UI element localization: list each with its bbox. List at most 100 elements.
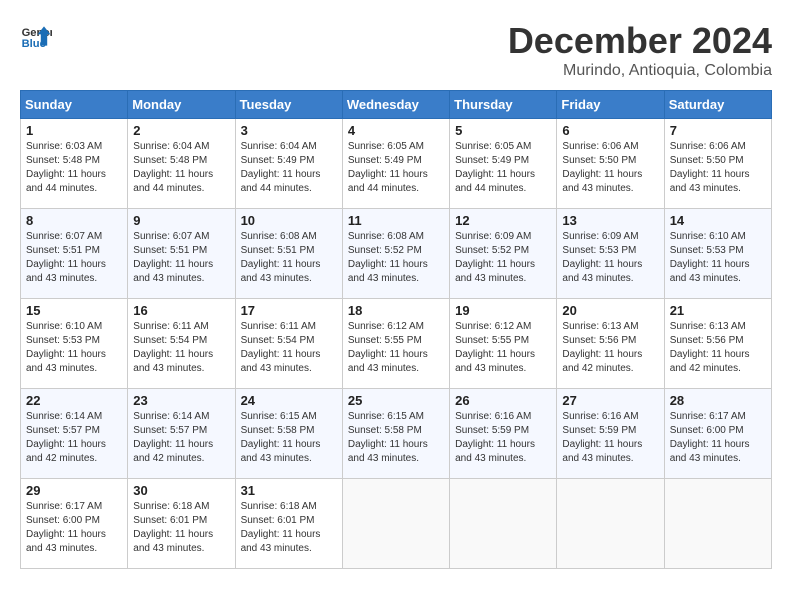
day-info: Sunrise: 6:17 AM Sunset: 6:00 PM Dayligh… [26,500,122,556]
calendar-cell [342,479,449,569]
day-number: 6 [562,123,658,138]
day-info: Sunrise: 6:06 AM Sunset: 5:50 PM Dayligh… [562,140,658,196]
calendar-cell: 7 Sunrise: 6:06 AM Sunset: 5:50 PM Dayli… [664,119,771,209]
day-number: 7 [670,123,766,138]
day-number: 15 [26,303,122,318]
calendar-cell: 18 Sunrise: 6:12 AM Sunset: 5:55 PM Dayl… [342,299,449,389]
calendar-day-header: Tuesday [235,91,342,119]
day-info: Sunrise: 6:12 AM Sunset: 5:55 PM Dayligh… [455,320,551,376]
day-info: Sunrise: 6:16 AM Sunset: 5:59 PM Dayligh… [455,410,551,466]
day-number: 28 [670,393,766,408]
day-number: 29 [26,483,122,498]
day-info: Sunrise: 6:16 AM Sunset: 5:59 PM Dayligh… [562,410,658,466]
calendar-day-header: Friday [557,91,664,119]
day-number: 11 [348,213,444,228]
day-number: 26 [455,393,551,408]
day-number: 1 [26,123,122,138]
calendar-cell: 14 Sunrise: 6:10 AM Sunset: 5:53 PM Dayl… [664,209,771,299]
page-header: General Blue December 2024 Murindo, Anti… [20,20,772,80]
day-number: 30 [133,483,229,498]
day-info: Sunrise: 6:14 AM Sunset: 5:57 PM Dayligh… [26,410,122,466]
calendar-cell: 12 Sunrise: 6:09 AM Sunset: 5:52 PM Dayl… [450,209,557,299]
calendar-cell: 28 Sunrise: 6:17 AM Sunset: 6:00 PM Dayl… [664,389,771,479]
calendar-cell: 2 Sunrise: 6:04 AM Sunset: 5:48 PM Dayli… [128,119,235,209]
calendar-cell: 31 Sunrise: 6:18 AM Sunset: 6:01 PM Dayl… [235,479,342,569]
day-info: Sunrise: 6:11 AM Sunset: 5:54 PM Dayligh… [133,320,229,376]
calendar-cell [664,479,771,569]
calendar-day-header: Saturday [664,91,771,119]
calendar-week-row: 29 Sunrise: 6:17 AM Sunset: 6:00 PM Dayl… [21,479,772,569]
calendar-cell: 16 Sunrise: 6:11 AM Sunset: 5:54 PM Dayl… [128,299,235,389]
calendar-header-row: SundayMondayTuesdayWednesdayThursdayFrid… [21,91,772,119]
day-number: 14 [670,213,766,228]
day-info: Sunrise: 6:14 AM Sunset: 5:57 PM Dayligh… [133,410,229,466]
day-info: Sunrise: 6:13 AM Sunset: 5:56 PM Dayligh… [562,320,658,376]
day-info: Sunrise: 6:13 AM Sunset: 5:56 PM Dayligh… [670,320,766,376]
day-info: Sunrise: 6:10 AM Sunset: 5:53 PM Dayligh… [26,320,122,376]
logo-icon: General Blue [20,20,52,52]
calendar-day-header: Wednesday [342,91,449,119]
day-info: Sunrise: 6:15 AM Sunset: 5:58 PM Dayligh… [241,410,337,466]
day-number: 8 [26,213,122,228]
location: Murindo, Antioquia, Colombia [508,62,772,80]
calendar-cell: 13 Sunrise: 6:09 AM Sunset: 5:53 PM Dayl… [557,209,664,299]
day-info: Sunrise: 6:07 AM Sunset: 5:51 PM Dayligh… [133,230,229,286]
day-number: 3 [241,123,337,138]
day-info: Sunrise: 6:07 AM Sunset: 5:51 PM Dayligh… [26,230,122,286]
calendar-week-row: 8 Sunrise: 6:07 AM Sunset: 5:51 PM Dayli… [21,209,772,299]
calendar-cell: 19 Sunrise: 6:12 AM Sunset: 5:55 PM Dayl… [450,299,557,389]
day-number: 18 [348,303,444,318]
month-title: December 2024 [508,20,772,62]
calendar-cell: 30 Sunrise: 6:18 AM Sunset: 6:01 PM Dayl… [128,479,235,569]
calendar-cell: 9 Sunrise: 6:07 AM Sunset: 5:51 PM Dayli… [128,209,235,299]
day-info: Sunrise: 6:08 AM Sunset: 5:51 PM Dayligh… [241,230,337,286]
calendar-cell: 23 Sunrise: 6:14 AM Sunset: 5:57 PM Dayl… [128,389,235,479]
day-number: 17 [241,303,337,318]
day-info: Sunrise: 6:18 AM Sunset: 6:01 PM Dayligh… [133,500,229,556]
calendar-cell: 26 Sunrise: 6:16 AM Sunset: 5:59 PM Dayl… [450,389,557,479]
calendar-cell: 17 Sunrise: 6:11 AM Sunset: 5:54 PM Dayl… [235,299,342,389]
logo: General Blue [20,20,56,52]
calendar-cell: 25 Sunrise: 6:15 AM Sunset: 5:58 PM Dayl… [342,389,449,479]
day-number: 27 [562,393,658,408]
day-info: Sunrise: 6:12 AM Sunset: 5:55 PM Dayligh… [348,320,444,376]
calendar-cell [450,479,557,569]
day-info: Sunrise: 6:18 AM Sunset: 6:01 PM Dayligh… [241,500,337,556]
day-number: 2 [133,123,229,138]
day-info: Sunrise: 6:05 AM Sunset: 5:49 PM Dayligh… [348,140,444,196]
title-section: December 2024 Murindo, Antioquia, Colomb… [508,20,772,80]
calendar-table: SundayMondayTuesdayWednesdayThursdayFrid… [20,90,772,569]
day-info: Sunrise: 6:17 AM Sunset: 6:00 PM Dayligh… [670,410,766,466]
day-number: 13 [562,213,658,228]
calendar-cell: 15 Sunrise: 6:10 AM Sunset: 5:53 PM Dayl… [21,299,128,389]
day-info: Sunrise: 6:11 AM Sunset: 5:54 PM Dayligh… [241,320,337,376]
calendar-week-row: 15 Sunrise: 6:10 AM Sunset: 5:53 PM Dayl… [21,299,772,389]
day-number: 5 [455,123,551,138]
calendar-cell: 10 Sunrise: 6:08 AM Sunset: 5:51 PM Dayl… [235,209,342,299]
day-number: 25 [348,393,444,408]
calendar-cell: 5 Sunrise: 6:05 AM Sunset: 5:49 PM Dayli… [450,119,557,209]
day-number: 10 [241,213,337,228]
day-number: 23 [133,393,229,408]
day-number: 31 [241,483,337,498]
calendar-cell: 6 Sunrise: 6:06 AM Sunset: 5:50 PM Dayli… [557,119,664,209]
day-info: Sunrise: 6:04 AM Sunset: 5:48 PM Dayligh… [133,140,229,196]
day-number: 12 [455,213,551,228]
day-number: 24 [241,393,337,408]
calendar-cell: 29 Sunrise: 6:17 AM Sunset: 6:00 PM Dayl… [21,479,128,569]
day-number: 21 [670,303,766,318]
calendar-cell: 21 Sunrise: 6:13 AM Sunset: 5:56 PM Dayl… [664,299,771,389]
calendar-day-header: Sunday [21,91,128,119]
day-number: 16 [133,303,229,318]
calendar-cell: 1 Sunrise: 6:03 AM Sunset: 5:48 PM Dayli… [21,119,128,209]
day-number: 22 [26,393,122,408]
day-info: Sunrise: 6:04 AM Sunset: 5:49 PM Dayligh… [241,140,337,196]
day-info: Sunrise: 6:15 AM Sunset: 5:58 PM Dayligh… [348,410,444,466]
day-info: Sunrise: 6:09 AM Sunset: 5:53 PM Dayligh… [562,230,658,286]
day-info: Sunrise: 6:05 AM Sunset: 5:49 PM Dayligh… [455,140,551,196]
calendar-week-row: 1 Sunrise: 6:03 AM Sunset: 5:48 PM Dayli… [21,119,772,209]
calendar-cell: 22 Sunrise: 6:14 AM Sunset: 5:57 PM Dayl… [21,389,128,479]
day-info: Sunrise: 6:08 AM Sunset: 5:52 PM Dayligh… [348,230,444,286]
calendar-cell: 3 Sunrise: 6:04 AM Sunset: 5:49 PM Dayli… [235,119,342,209]
day-number: 4 [348,123,444,138]
